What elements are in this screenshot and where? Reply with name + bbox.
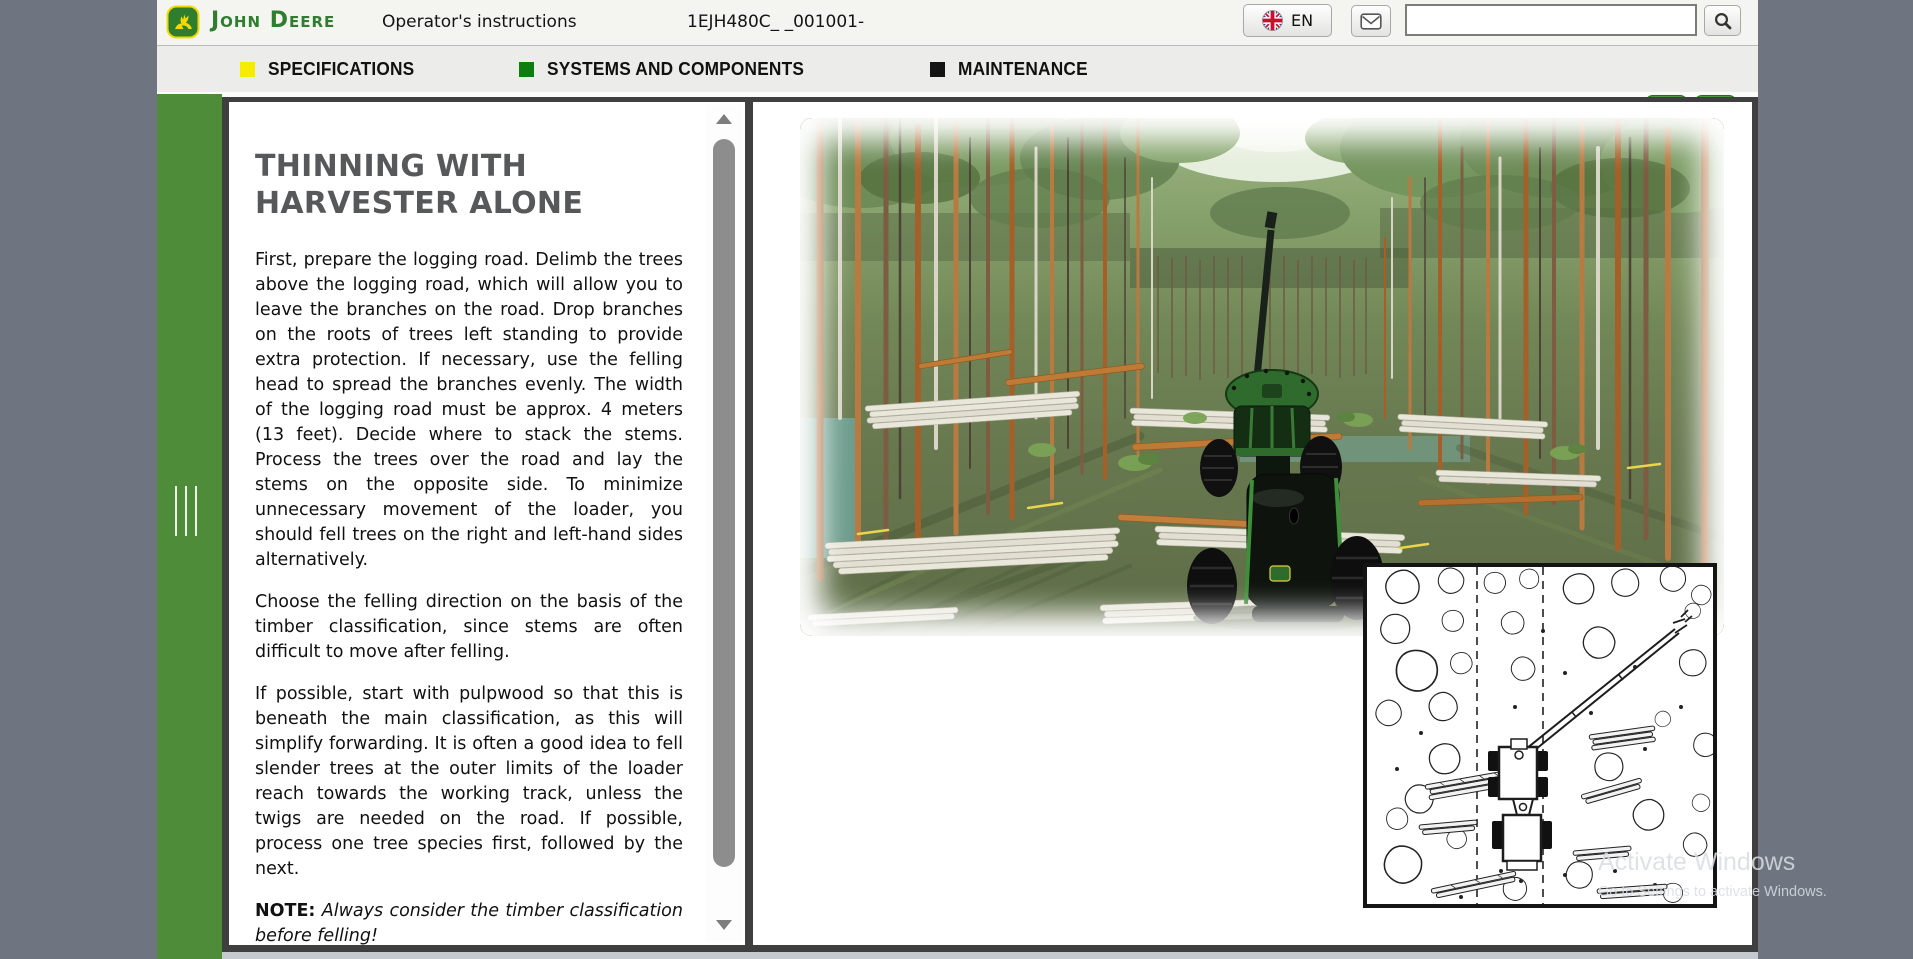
article-paragraph: First, prepare the logging road. Delimb … — [255, 248, 683, 573]
content-frame: THINNING WITH HARVESTER ALONE First, pre… — [222, 97, 1758, 952]
scroll-down-icon[interactable] — [716, 920, 732, 930]
section-navbar: SPECIFICATIONS SYSTEMS AND COMPONENTS MA… — [157, 46, 1758, 92]
mail-button[interactable] — [1351, 5, 1391, 37]
scroll-up-icon[interactable] — [716, 114, 732, 124]
article-text: THINNING WITH HARVESTER ALONE First, pre… — [229, 102, 745, 945]
yellow-square-icon — [240, 62, 255, 77]
envelope-icon — [1360, 13, 1382, 30]
green-sidebar — [157, 94, 222, 959]
language-code: EN — [1291, 11, 1313, 30]
article-paragraph: Choose the felling direction on the basi… — [255, 590, 683, 665]
sidebar-drag-handle[interactable] — [175, 486, 197, 536]
bottom-strip — [222, 952, 1758, 959]
article-title: THINNING WITH HARVESTER ALONE — [255, 148, 585, 222]
search-button[interactable] — [1704, 5, 1741, 36]
application-window: John Deere Operator's instructions 1EJH4… — [157, 0, 1758, 959]
forest-harvester-image — [800, 118, 1724, 636]
article-scrollbar[interactable] — [706, 105, 742, 942]
article-paragraph: If possible, start with pulpwood so that… — [255, 682, 683, 882]
search-input[interactable] — [1405, 4, 1697, 36]
tab-systems-and-components[interactable]: SYSTEMS AND COMPONENTS — [519, 46, 815, 92]
magnifier-icon — [1713, 11, 1733, 31]
green-square-icon — [519, 62, 534, 77]
tab-maintenance[interactable]: MAINTENANCE — [930, 46, 1093, 92]
john-deere-logo — [166, 5, 200, 39]
thinning-diagram-image — [1363, 563, 1717, 908]
model-code: 1EJH480C_ _001001- — [687, 12, 864, 32]
brand-wordmark: John Deere — [211, 8, 335, 33]
article-panel: THINNING WITH HARVESTER ALONE First, pre… — [229, 102, 745, 945]
tab-specifications[interactable]: SPECIFICATIONS — [240, 46, 420, 92]
media-panel — [753, 102, 1752, 945]
uk-flag-icon — [1262, 10, 1283, 31]
language-button[interactable]: EN — [1243, 4, 1332, 37]
scrollbar-thumb[interactable] — [713, 139, 735, 867]
black-square-icon — [930, 62, 945, 77]
article-note: NOTE: Always consider the timber classif… — [255, 899, 683, 945]
page-title: Operator's instructions — [382, 12, 577, 32]
header-bar: John Deere Operator's instructions 1EJH4… — [157, 0, 1758, 46]
